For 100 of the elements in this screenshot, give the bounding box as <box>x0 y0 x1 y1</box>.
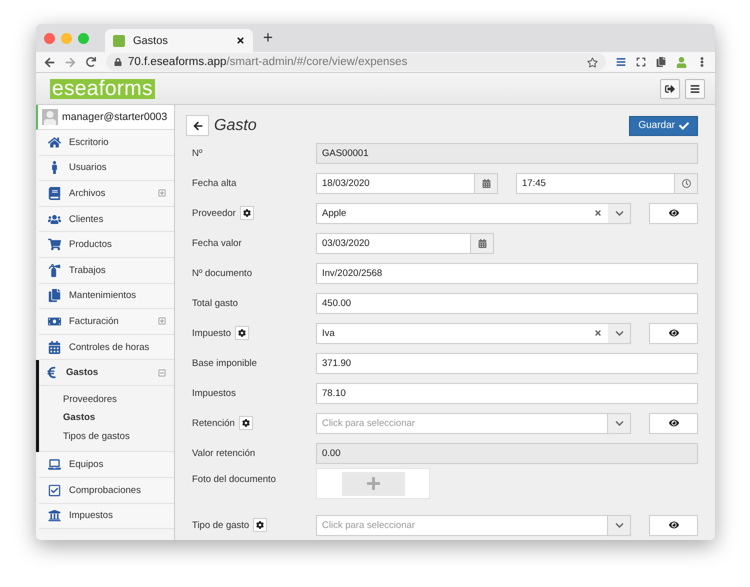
documents-icon <box>47 289 61 302</box>
screenshot-icon[interactable] <box>636 57 646 67</box>
date-field[interactable]: 18/03/2020 <box>316 172 475 194</box>
dropdown-button[interactable] <box>608 202 631 224</box>
field-label: Impuestos <box>192 388 236 398</box>
sidebar-item[interactable]: Impuestos <box>39 504 174 530</box>
clear-button[interactable] <box>588 322 608 344</box>
sidebar-subitem[interactable]: Tipos de gastos <box>39 426 174 446</box>
browser-tab[interactable]: Gastos <box>105 29 253 52</box>
settings-button[interactable] <box>240 206 254 220</box>
sidebar-subitem[interactable]: Gastos <box>39 408 174 427</box>
close-icon <box>594 209 602 217</box>
expand-icon[interactable] <box>158 189 166 198</box>
input-field[interactable]: GAS00001 <box>316 142 698 164</box>
select-field[interactable]: Apple <box>316 202 588 224</box>
banknote-icon <box>47 314 61 328</box>
home-icon <box>47 136 61 149</box>
gear-icon <box>242 419 250 427</box>
view-button[interactable] <box>649 322 698 344</box>
menu-icon <box>690 84 700 94</box>
sidebar-item[interactable]: Usuarios <box>39 156 174 182</box>
calendar-icon <box>478 238 486 248</box>
bank-icon <box>47 509 61 522</box>
site-favicon-icon <box>113 34 125 46</box>
sidebar-item[interactable]: Mantenimientos <box>39 284 174 310</box>
select-field[interactable]: Iva <box>316 322 588 344</box>
lock-icon <box>114 58 122 66</box>
view-button[interactable] <box>649 514 698 536</box>
expand-icon[interactable] <box>158 317 166 326</box>
field-label: Impuesto <box>192 328 232 338</box>
new-tab-button[interactable]: + <box>263 28 273 48</box>
checkbox-icon <box>47 484 61 497</box>
settings-button[interactable] <box>235 326 250 340</box>
gear-icon <box>238 329 246 337</box>
url-host: 70.f.eseaforms.app <box>128 56 226 68</box>
plus-icon <box>366 476 380 491</box>
field-label: Base imponible <box>192 358 257 368</box>
extinguisher-icon <box>47 264 61 277</box>
gear-icon <box>256 521 264 529</box>
url-path: /smart-admin/#/core/view/expenses <box>226 56 408 68</box>
laptop-icon <box>47 458 61 472</box>
app-logo: eseaforms <box>50 78 155 98</box>
field-label: Valor retención <box>192 448 256 458</box>
eye-icon <box>668 208 678 218</box>
collapse-icon[interactable] <box>158 368 166 377</box>
calendar-icon <box>47 340 61 354</box>
select-field[interactable]: Click para seleccionar <box>316 514 608 536</box>
save-button[interactable]: Guardar <box>629 116 698 136</box>
dropdown-button[interactable] <box>608 412 631 434</box>
calendar-button[interactable] <box>475 172 498 194</box>
field-label: Retención <box>192 418 235 428</box>
close-icon <box>594 329 602 337</box>
input-field[interactable]: Inv/2020/2568 <box>316 262 698 284</box>
address-bar[interactable]: 70.f.eseaforms.app/smart-admin/#/core/view/expenses <box>106 53 606 71</box>
close-icon[interactable] <box>236 36 245 45</box>
logout-button[interactable] <box>660 78 680 98</box>
field-label: Nº documento <box>192 268 252 278</box>
view-button[interactable] <box>649 202 698 224</box>
back-button[interactable] <box>186 115 209 136</box>
logout-icon <box>665 84 675 94</box>
gear-icon <box>242 209 251 217</box>
check-icon <box>679 120 689 130</box>
back-icon[interactable] <box>44 56 55 68</box>
input-field[interactable]: 0.00 <box>316 442 698 464</box>
clock-icon <box>682 178 690 188</box>
field-label: Tipo de gasto <box>192 520 250 530</box>
date-field[interactable]: 03/03/2020 <box>316 232 471 254</box>
page-title: Gasto <box>214 116 258 134</box>
field-label: Total gasto <box>192 298 238 308</box>
reload-icon[interactable] <box>86 57 96 67</box>
book-icon <box>47 186 61 200</box>
dropdown-button[interactable] <box>608 322 631 344</box>
calendar-icon <box>482 178 490 188</box>
eye-icon <box>668 328 678 338</box>
field-label: Fecha alta <box>192 178 236 188</box>
avatar-icon <box>42 109 58 125</box>
input-field[interactable]: 371.90 <box>316 352 698 374</box>
user-profile[interactable]: manager@starter0003 <box>36 105 174 130</box>
input-field[interactable]: 450.00 <box>316 292 698 314</box>
field-label: Proveedor <box>192 208 236 218</box>
dropdown-button[interactable] <box>608 514 631 536</box>
settings-button[interactable] <box>253 518 268 532</box>
clock-button[interactable] <box>675 172 698 194</box>
select-field[interactable]: Click para seleccionar <box>316 412 608 434</box>
field-label: Fecha valor <box>192 238 242 248</box>
input-field[interactable]: 78.10 <box>316 382 698 404</box>
bookmark-star-icon[interactable] <box>587 56 598 68</box>
menu-button[interactable] <box>685 78 705 98</box>
clear-button[interactable] <box>588 202 608 224</box>
cart-icon <box>47 238 61 252</box>
chevron-down-icon <box>614 328 624 338</box>
settings-button[interactable] <box>238 416 253 430</box>
chevron-down-icon <box>614 418 624 428</box>
view-button[interactable] <box>649 412 698 434</box>
field-label: Nº <box>192 148 202 158</box>
chevron-down-icon <box>614 520 624 530</box>
chevron-down-icon <box>614 208 624 218</box>
sidebar-subitem[interactable]: Proveedores <box>39 390 174 408</box>
time-field[interactable]: 17:45 <box>516 172 675 194</box>
calendar-button[interactable] <box>471 232 494 254</box>
